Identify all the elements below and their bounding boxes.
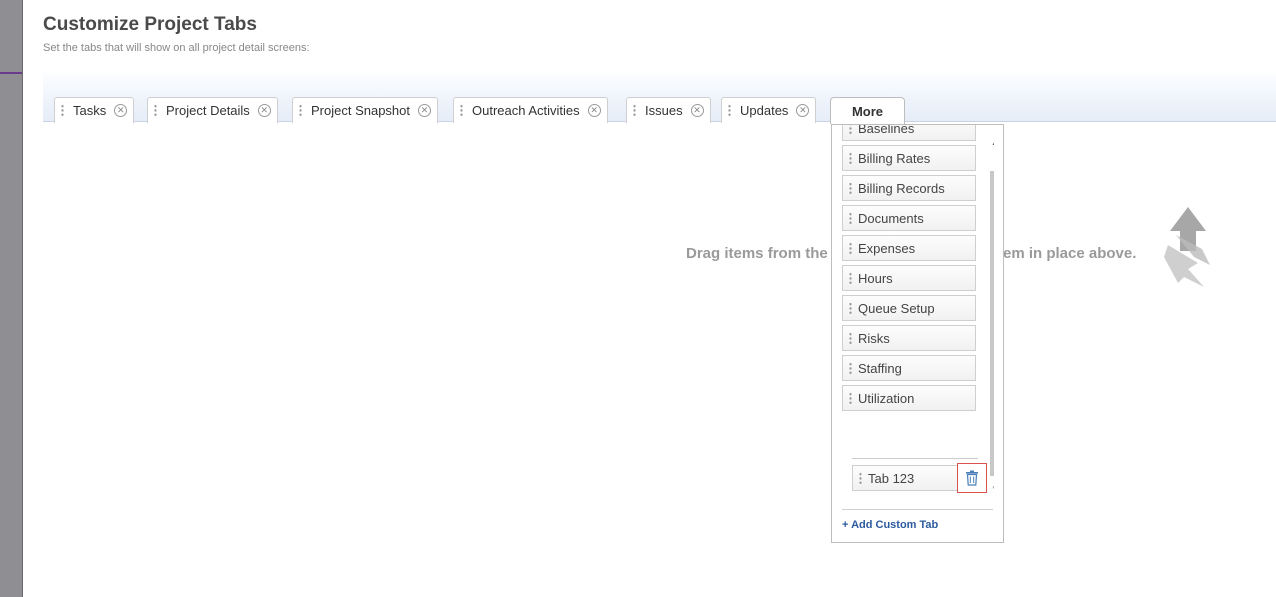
list-item-label: Staffing bbox=[858, 360, 902, 376]
list-item-label: Billing Records bbox=[858, 180, 945, 196]
list-item-label: Hours bbox=[858, 270, 893, 286]
drag-handle-icon[interactable] bbox=[460, 104, 463, 117]
tab-more-label: More bbox=[851, 103, 884, 119]
list-item-risks[interactable]: Risks bbox=[842, 325, 976, 351]
scroll-down-arrow-icon[interactable]: ▼ bbox=[989, 483, 994, 493]
custom-tab-item[interactable]: Tab 123 bbox=[852, 463, 987, 493]
page-subtitle: Set the tabs that will show on all proje… bbox=[43, 42, 310, 54]
drag-handle-icon[interactable] bbox=[849, 211, 852, 225]
tab-label: Outreach Activities bbox=[472, 103, 580, 118]
list-item-hours[interactable]: Hours bbox=[842, 265, 976, 291]
more-tabs-panel: Baselines Billing Rates Billing Records … bbox=[831, 124, 1004, 543]
list-item-label: Risks bbox=[858, 330, 890, 346]
list-item-queue-setup[interactable]: Queue Setup bbox=[842, 295, 976, 321]
drag-handle-icon[interactable] bbox=[728, 104, 731, 117]
close-circle-icon[interactable]: ✕ bbox=[257, 104, 271, 117]
drag-handle-icon[interactable] bbox=[849, 301, 852, 315]
list-item-label: Utilization bbox=[858, 390, 915, 406]
drag-hint: Drag items from the bbox=[686, 245, 828, 262]
tab-label: Updates bbox=[740, 103, 789, 118]
tab-project-details[interactable]: Project Details ✕ bbox=[147, 97, 278, 123]
tab-label: Tasks bbox=[73, 103, 107, 118]
panel-divider bbox=[842, 509, 993, 510]
page-title: Customize Project Tabs bbox=[43, 14, 257, 35]
drag-hint-continued: em in place above. bbox=[1003, 245, 1136, 262]
drag-arrow-icon bbox=[1158, 205, 1220, 294]
drag-handle-icon[interactable] bbox=[849, 181, 852, 195]
custom-tab-label: Tab 123 bbox=[868, 470, 915, 486]
close-circle-icon[interactable]: ✕ bbox=[418, 104, 432, 117]
drag-handle-icon[interactable] bbox=[299, 104, 302, 117]
drag-handle-icon[interactable] bbox=[849, 331, 852, 345]
list-item-documents[interactable]: Documents bbox=[842, 205, 976, 231]
app-left-strip bbox=[0, 0, 23, 597]
list-item-baselines[interactable]: Baselines bbox=[842, 125, 976, 141]
tab-label: Project Details bbox=[166, 103, 250, 118]
trash-icon[interactable] bbox=[957, 463, 987, 493]
list-item-label: Expenses bbox=[858, 240, 916, 256]
available-tabs-viewport: Baselines Billing Rates Billing Records … bbox=[842, 125, 994, 495]
drag-handle-icon[interactable] bbox=[849, 271, 852, 285]
custom-tabs-separator bbox=[852, 458, 978, 459]
close-circle-icon[interactable]: ✕ bbox=[114, 104, 128, 117]
drag-handle-icon[interactable] bbox=[633, 104, 636, 117]
close-circle-icon[interactable]: ✕ bbox=[587, 104, 601, 117]
list-item-staffing[interactable]: Staffing bbox=[842, 355, 976, 381]
drag-handle-icon[interactable] bbox=[154, 104, 157, 117]
close-circle-icon[interactable]: ✕ bbox=[796, 104, 810, 117]
tab-more[interactable]: More bbox=[830, 97, 905, 124]
list-item-expenses[interactable]: Expenses bbox=[842, 235, 976, 261]
project-tab-bar: Tasks ✕ Project Details ✕ Project Snapsh… bbox=[43, 70, 1276, 124]
list-item-billing-records[interactable]: Billing Records bbox=[842, 175, 976, 201]
drag-handle-icon[interactable] bbox=[849, 361, 852, 375]
tab-project-snapshot[interactable]: Project Snapshot ✕ bbox=[292, 97, 439, 123]
available-tabs-list: Baselines Billing Rates Billing Records … bbox=[842, 125, 976, 415]
drag-hint-right: em in place above. bbox=[1003, 245, 1137, 262]
drag-handle-icon[interactable] bbox=[859, 471, 862, 485]
tab-label: Project Snapshot bbox=[311, 103, 411, 118]
list-item-billing-rates[interactable]: Billing Rates bbox=[842, 145, 976, 171]
list-item-label: Documents bbox=[858, 210, 924, 226]
drag-hint-left: Drag items from the bbox=[686, 245, 828, 262]
close-circle-icon[interactable]: ✕ bbox=[690, 104, 704, 117]
add-custom-tab-link[interactable]: + Add Custom Tab bbox=[842, 519, 938, 531]
tab-tasks[interactable]: Tasks ✕ bbox=[54, 97, 135, 123]
left-strip-accent bbox=[0, 72, 22, 74]
list-item-label: Baselines bbox=[858, 125, 915, 136]
tab-issues[interactable]: Issues ✕ bbox=[626, 97, 711, 123]
scroll-up-arrow-icon[interactable]: ▲ bbox=[989, 137, 994, 147]
drag-handle-icon[interactable] bbox=[849, 151, 852, 165]
drag-handle-icon[interactable] bbox=[61, 104, 64, 117]
list-item-utilization[interactable]: Utilization bbox=[842, 385, 976, 411]
drag-handle-icon[interactable] bbox=[849, 391, 852, 405]
tab-updates[interactable]: Updates ✕ bbox=[721, 97, 817, 123]
drag-handle-icon[interactable] bbox=[849, 125, 852, 135]
list-scrollbar[interactable]: ▲ ▼ bbox=[989, 137, 994, 493]
scroll-thumb[interactable] bbox=[990, 171, 994, 476]
tab-outreach-activities[interactable]: Outreach Activities ✕ bbox=[453, 97, 608, 123]
drag-handle-icon[interactable] bbox=[849, 241, 852, 255]
tab-label: Issues bbox=[645, 103, 683, 118]
list-item-label: Billing Rates bbox=[858, 150, 931, 166]
list-item-label: Queue Setup bbox=[858, 300, 935, 316]
